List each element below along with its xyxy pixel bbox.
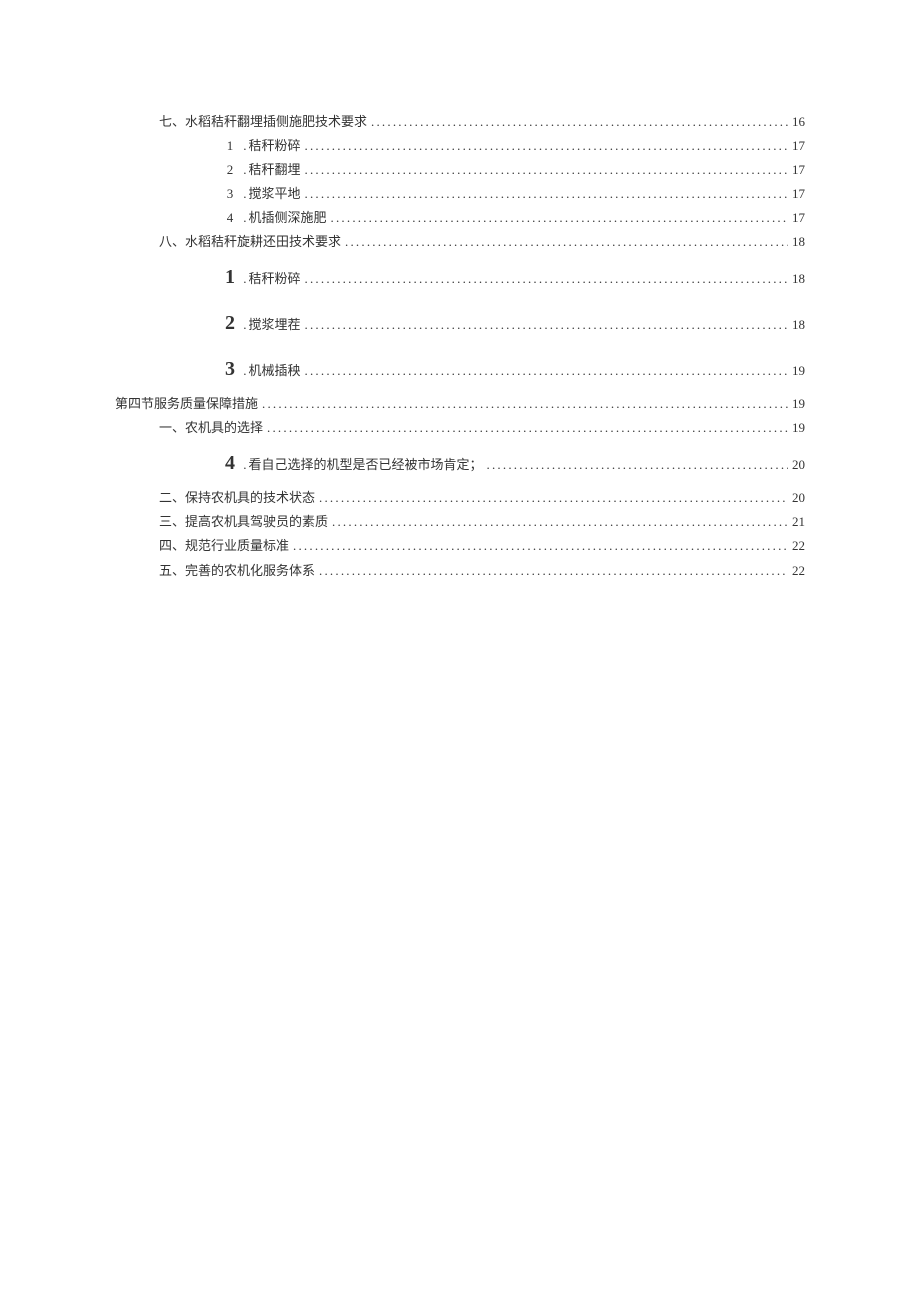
toc-leader-dots — [267, 416, 788, 440]
toc-entry-label: 一、农机具的选择 — [159, 420, 263, 435]
toc-entry-title: 1秸秆粉碎 — [220, 134, 301, 158]
toc-entry: 八、水稻秸秆旋耕还田技术要求 18 — [115, 230, 805, 254]
toc-entry-label: 二、保持农机具的技术状态 — [159, 490, 315, 505]
toc-leader-dots — [305, 158, 788, 182]
toc-leader-dots — [305, 264, 788, 294]
toc-leader-dots — [305, 182, 788, 206]
toc-leader-dots — [305, 310, 788, 340]
toc-entry-title: 2秸秆翻埋 — [220, 158, 301, 182]
toc-entry-title: 一、农机具的选择 — [159, 416, 263, 440]
toc-leader-dots — [293, 534, 788, 558]
toc-entry-label: 机插侧深施肥 — [240, 210, 327, 225]
toc-entry-title: 3搅浆平地 — [220, 182, 301, 206]
toc-entry: 一、农机具的选择 19 — [115, 416, 805, 440]
toc-entry-page: 18 — [792, 264, 805, 294]
toc-leader-dots — [345, 230, 788, 254]
toc-entry-label: 五、完善的农机化服务体系 — [159, 563, 315, 578]
toc-entry: 3搅浆平地 17 — [115, 182, 805, 206]
toc-entry-label: 七、水稻秸秆翻埋插侧施肥技术要求 — [159, 114, 367, 129]
toc-entry-title: 七、水稻秸秆翻埋插侧施肥技术要求 — [159, 110, 367, 134]
toc-leader-dots — [331, 206, 788, 230]
toc-entry: 四、规范行业质量标准 22 — [115, 534, 805, 558]
toc-entry-number: 4 — [220, 206, 240, 230]
toc-entry-title: 4看自己选择的机型是否已经被市场肯定； — [220, 440, 483, 486]
toc-entry-label: 秸秆粉碎 — [240, 271, 301, 286]
toc-entry-number: 4 — [220, 440, 240, 486]
toc-entry-page: 21 — [792, 510, 805, 534]
toc-entry-label: 看自己选择的机型是否已经被市场肯定； — [240, 457, 483, 472]
toc-entry-page: 17 — [792, 182, 805, 206]
toc-leader-dots — [487, 450, 788, 480]
toc-entry-title: 1秸秆粉碎 — [220, 254, 301, 300]
toc-entry-page: 22 — [792, 559, 805, 583]
toc-leader-dots — [305, 356, 788, 386]
toc-entry-page: 17 — [792, 134, 805, 158]
toc-leader-dots — [262, 392, 788, 416]
toc-entry-number: 1 — [220, 134, 240, 158]
toc-entry: 3机械插秧 19 — [115, 346, 805, 392]
toc-entry-title: 八、水稻秸秆旋耕还田技术要求 — [159, 230, 341, 254]
toc-entry: 七、水稻秸秆翻埋插侧施肥技术要求 16 — [115, 110, 805, 134]
toc-entry-page: 18 — [792, 230, 805, 254]
toc-entry-label: 搅浆平地 — [240, 186, 301, 201]
toc-entry-page: 17 — [792, 206, 805, 230]
toc-entry-page: 17 — [792, 158, 805, 182]
toc-entry-page: 19 — [792, 392, 805, 416]
toc-entry-label: 秸秆粉碎 — [240, 138, 301, 153]
toc-entry-title: 五、完善的农机化服务体系 — [159, 559, 315, 583]
toc-leader-dots — [305, 134, 788, 158]
toc-entry-number: 1 — [220, 254, 240, 300]
toc-entry: 4机插侧深施肥 17 — [115, 206, 805, 230]
toc-entry: 2秸秆翻埋 17 — [115, 158, 805, 182]
toc-entry: 三、提高农机具驾驶员的素质 21 — [115, 510, 805, 534]
toc-entry-number: 3 — [220, 346, 240, 392]
toc-entry-label: 搅浆埋茬 — [240, 317, 301, 332]
toc-entry-title: 三、提高农机具驾驶员的素质 — [159, 510, 328, 534]
toc-leader-dots — [319, 486, 788, 510]
toc-entry: 1秸秆粉碎 17 — [115, 134, 805, 158]
toc-entry-number: 2 — [220, 158, 240, 182]
toc-entry-title: 2搅浆埋茬 — [220, 300, 301, 346]
toc-entry-page: 22 — [792, 534, 805, 558]
toc-entry-number: 2 — [220, 300, 240, 346]
toc-entry-page: 18 — [792, 310, 805, 340]
toc-entry-label: 机械插秧 — [240, 363, 301, 378]
toc-entry-page: 19 — [792, 356, 805, 386]
toc-entry-label: 四、规范行业质量标准 — [159, 538, 289, 553]
toc-entry: 五、完善的农机化服务体系 22 — [115, 559, 805, 583]
toc-entry-label: 第四节服务质量保障措施 — [115, 396, 258, 411]
toc-entry-label: 秸秆翻埋 — [240, 162, 301, 177]
toc-entry: 2搅浆埋茬 18 — [115, 300, 805, 346]
toc-entry-title: 第四节服务质量保障措施 — [115, 392, 258, 416]
toc-entry-title: 二、保持农机具的技术状态 — [159, 486, 315, 510]
toc-entry: 1秸秆粉碎 18 — [115, 254, 805, 300]
toc-entry-page: 19 — [792, 416, 805, 440]
toc-entry-number: 3 — [220, 182, 240, 206]
toc-leader-dots — [319, 559, 788, 583]
toc-entry-page: 16 — [792, 110, 805, 134]
toc-entry: 4看自己选择的机型是否已经被市场肯定； 20 — [115, 440, 805, 486]
toc-entry-title: 四、规范行业质量标准 — [159, 534, 289, 558]
table-of-contents: 七、水稻秸秆翻埋插侧施肥技术要求161秸秆粉碎 172秸秆翻埋 173搅浆平地 … — [115, 110, 805, 583]
toc-leader-dots — [371, 110, 788, 134]
toc-entry-title: 4机插侧深施肥 — [220, 206, 327, 230]
toc-entry-page: 20 — [792, 486, 805, 510]
toc-entry-title: 3机械插秧 — [220, 346, 301, 392]
toc-leader-dots — [332, 510, 788, 534]
toc-entry-label: 八、水稻秸秆旋耕还田技术要求 — [159, 234, 341, 249]
toc-entry-page: 20 — [792, 450, 805, 480]
toc-entry-label: 三、提高农机具驾驶员的素质 — [159, 514, 328, 529]
toc-entry: 二、保持农机具的技术状态 20 — [115, 486, 805, 510]
toc-entry: 第四节服务质量保障措施 19 — [115, 392, 805, 416]
